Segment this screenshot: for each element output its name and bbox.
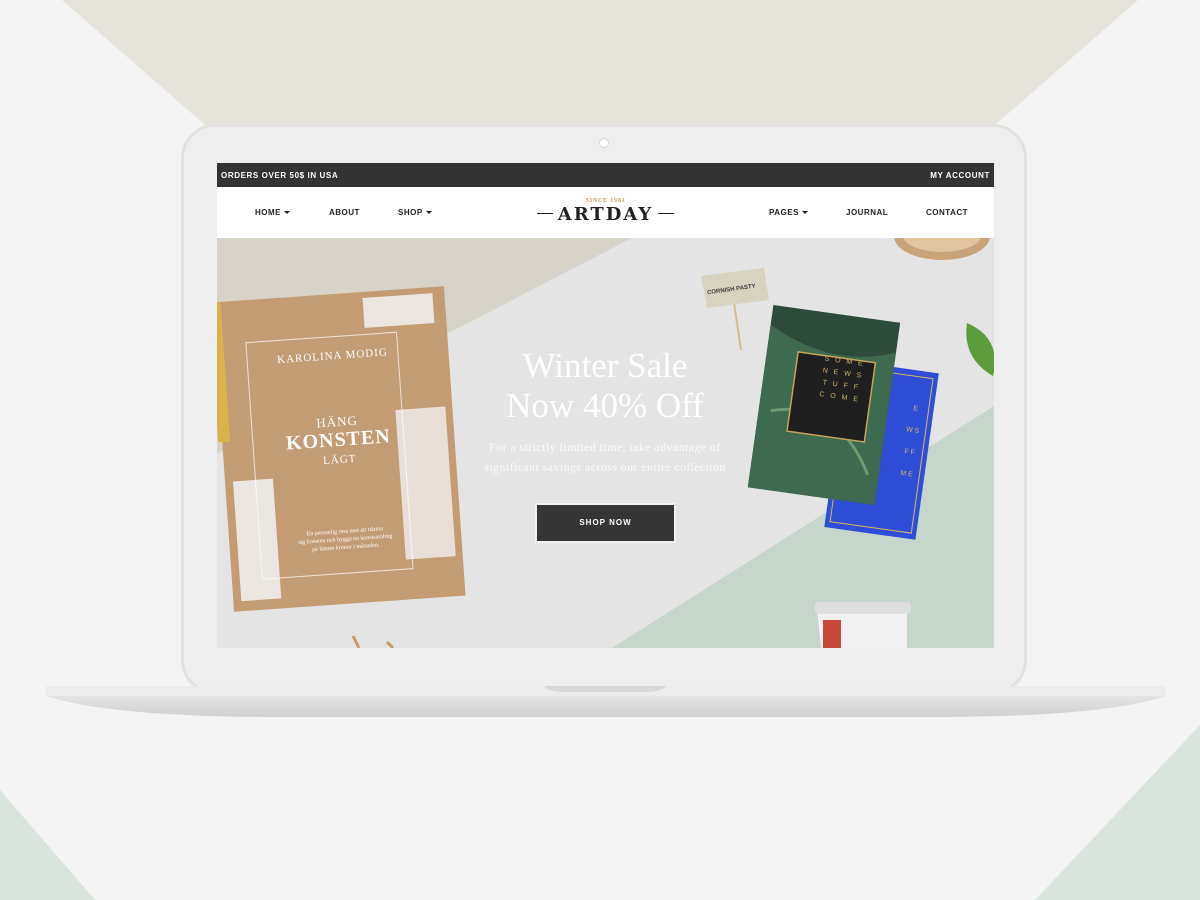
logo-wordmark: ARTDAY [557, 204, 654, 225]
laptop-base [46, 686, 1166, 717]
card-side-line: F F [903, 448, 916, 457]
laptop-screen: ORDERS OVER 50$ IN USA MY ACCOUNT HOME A… [217, 163, 994, 648]
chevron-down-icon [801, 211, 808, 214]
webcam-icon [599, 138, 609, 148]
hero-subtitle-line: significant savings across our entire co… [484, 460, 726, 474]
hero-title: Winter Sale Now 40% Off [452, 346, 758, 426]
card-lettering: S O M E N E W S T U F F C O M E [804, 351, 880, 408]
hero-title-line: Winter Sale [522, 346, 688, 385]
my-account-link[interactable]: MY ACCOUNT [930, 171, 990, 180]
main-nav: HOME ABOUT SHOP SINCE 1981 ARTDAY PAGES … [217, 187, 994, 238]
hero-subtitle-line: For a strictly limited time, take advant… [489, 440, 721, 454]
hero-subtitle: For a strictly limited time, take advant… [442, 437, 768, 477]
nav-contact[interactable]: CONTACT [926, 208, 968, 217]
leaf-card [747, 304, 901, 506]
shipping-promo: ORDERS OVER 50$ IN USA [221, 171, 339, 180]
paint-stroke [362, 293, 435, 328]
card-side-line: M E [899, 469, 914, 479]
hero-banner: S O M E N E W S T U F F C O M E E W S F … [217, 238, 994, 648]
nav-journal[interactable]: JOURNAL [846, 208, 888, 217]
shop-now-button[interactable]: SHOP NOW [535, 503, 676, 543]
book-mockup: KAROLINA MODIG HÄNG KONSTEN LÄGT En pers… [217, 286, 466, 612]
nav-pages[interactable]: PAGES [769, 208, 808, 217]
logo-dash-right [658, 213, 675, 214]
hero-title-line: Now 40% Off [506, 386, 704, 425]
card-side-line: W S [905, 426, 920, 435]
logo-dash-left [536, 213, 553, 214]
top-bar: ORDERS OVER 50$ IN USA MY ACCOUNT [217, 163, 994, 187]
nav-pages-label: PAGES [769, 208, 799, 217]
